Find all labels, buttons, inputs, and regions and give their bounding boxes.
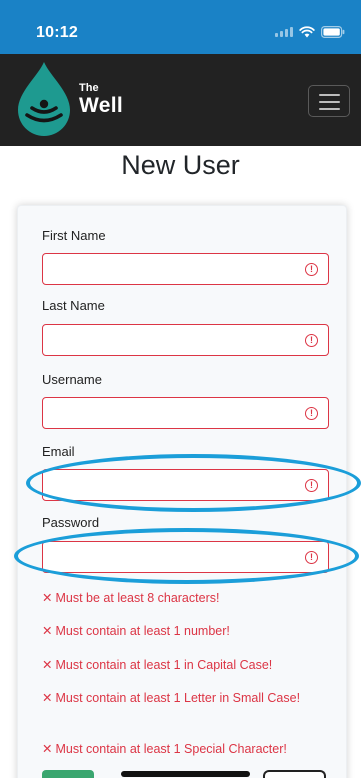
battery-icon <box>321 26 345 38</box>
hamburger-menu-icon[interactable] <box>308 85 350 117</box>
water-drop-logo-icon[interactable] <box>13 58 75 138</box>
invalid-icon: ! <box>305 479 318 492</box>
last-name-label: Last Name <box>42 298 105 313</box>
signal-icon <box>275 27 293 37</box>
navbar: The Well <box>0 54 361 146</box>
x-icon: ✕ <box>42 591 53 605</box>
invalid-icon: ! <box>305 263 318 276</box>
brand-name[interactable]: The Well <box>79 82 123 117</box>
submit-button[interactable] <box>42 770 94 778</box>
page-title: New User <box>121 150 240 180</box>
first-name-input[interactable] <box>43 254 328 284</box>
home-indicator[interactable] <box>121 771 250 777</box>
status-bar: 10:12 <box>0 0 361 54</box>
email-label: Email <box>42 444 75 459</box>
password-rule: ✕ Must contain at least 1 number! <box>42 622 332 640</box>
password-rule: ✕ Must be at least 8 characters! <box>42 589 332 607</box>
x-icon: ✕ <box>42 691 53 705</box>
first-name-field[interactable]: ! <box>42 253 329 285</box>
password-rule: ✕ Must contain at least 1 Letter in Small… <box>42 689 332 707</box>
status-icons <box>275 26 345 38</box>
password-label: Password <box>42 515 100 530</box>
password-rule-text: Must contain at least 1 number! <box>55 624 230 638</box>
brand-small-text: The <box>79 82 99 94</box>
invalid-icon: ! <box>305 551 318 564</box>
username-field[interactable]: ! <box>42 397 329 429</box>
username-input[interactable] <box>43 398 328 428</box>
brand-large-text: Well <box>79 94 123 117</box>
x-icon: ✕ <box>42 742 53 756</box>
first-name-label: First Name <box>42 228 106 243</box>
password-rule-text: Must contain at least 1 in Capital Case! <box>55 658 273 672</box>
last-name-input[interactable] <box>43 325 328 355</box>
email-field[interactable]: ! <box>42 469 329 501</box>
password-rule: ✕ Must contain at least 1 in Capital Case… <box>42 656 332 674</box>
password-rule-text: Must be at least 8 characters! <box>55 591 220 605</box>
wifi-icon <box>299 26 315 38</box>
password-rule-text: Must contain at least 1 Letter in Small … <box>55 691 301 705</box>
last-name-field[interactable]: ! <box>42 324 329 356</box>
password-input[interactable] <box>43 542 328 572</box>
email-input[interactable] <box>43 470 328 500</box>
username-label: Username <box>42 372 102 387</box>
invalid-icon: ! <box>305 334 318 347</box>
x-icon: ✕ <box>42 624 53 638</box>
secondary-button[interactable] <box>263 770 326 778</box>
invalid-icon: ! <box>305 407 318 420</box>
status-time: 10:12 <box>36 24 78 41</box>
password-rule: ✕ Must contain at least 1 Special Charact… <box>42 740 332 758</box>
x-icon: ✕ <box>42 658 53 672</box>
password-rule-text: Must contain at least 1 Special Characte… <box>55 742 287 756</box>
password-field[interactable]: ! <box>42 541 329 573</box>
